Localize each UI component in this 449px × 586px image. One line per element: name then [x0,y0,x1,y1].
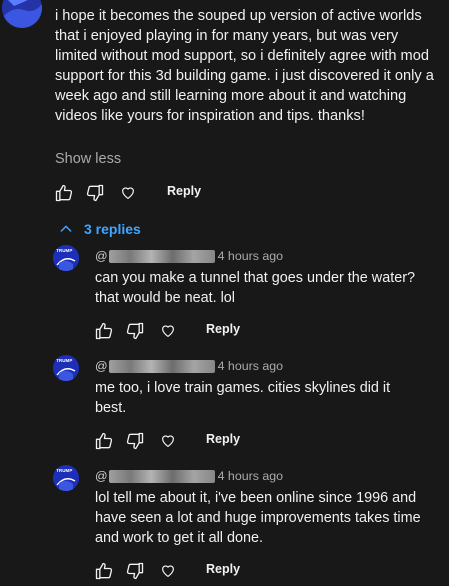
blurred-handle[interactable] [108,249,215,263]
heart-icon[interactable] [156,429,180,453]
reply-button[interactable]: Reply [206,432,240,446]
blurred-handle[interactable] [108,469,215,483]
comment-text: i hope it becomes the souped up version … [55,8,434,124]
like-icon[interactable] [92,319,116,343]
reply-header: @ 4 hours ago [95,468,283,484]
reply-text: can you make a tunnel that goes under th… [95,270,416,306]
handle-prefix[interactable]: @ [95,249,108,263]
reply-action-bar: Reply [92,429,252,453]
like-icon[interactable] [92,429,116,453]
replies-count-label: 3 replies [84,221,141,237]
handle-prefix[interactable]: @ [95,359,108,373]
heart-icon[interactable] [156,559,180,583]
reply-header: @ 4 hours ago [95,358,283,374]
reply-button[interactable]: Reply [206,562,240,576]
like-icon[interactable] [92,559,116,583]
comment-action-bar: Reply [52,181,212,205]
reply-text: lol tell me about it, i've been online s… [95,490,421,546]
reply-timestamp[interactable]: 4 hours ago [218,359,283,373]
commenter-avatar[interactable] [2,0,42,28]
replies-toggle-button[interactable]: 3 replies [58,219,141,239]
dislike-icon[interactable] [123,429,147,453]
reply-button[interactable]: Reply [167,184,201,198]
heart-icon[interactable] [156,319,180,343]
dislike-icon[interactable] [123,319,147,343]
blurred-handle[interactable] [108,359,215,373]
avatar-label: TRUMP [56,468,73,473]
reply-action-bar: Reply [92,559,252,583]
handle-prefix[interactable]: @ [95,469,108,483]
reply-header: @ 4 hours ago [95,248,283,264]
like-icon[interactable] [52,181,76,205]
chevron-up-icon [60,225,72,232]
avatar-label: TRUMP [56,248,73,253]
reply-text: me too, i love train games. cities skyli… [95,380,391,416]
avatar-label: TRUMP [56,358,73,363]
dislike-icon[interactable] [83,181,107,205]
reply-avatar[interactable]: TRUMP [53,355,79,381]
reply-avatar[interactable]: TRUMP [53,465,79,491]
show-less-button[interactable]: Show less [55,151,121,167]
reply-button[interactable]: Reply [206,322,240,336]
dislike-icon[interactable] [123,559,147,583]
reply-timestamp[interactable]: 4 hours ago [218,469,283,483]
heart-icon[interactable] [116,181,140,205]
reply-avatar[interactable]: TRUMP [53,245,79,271]
reply-timestamp[interactable]: 4 hours ago [218,249,283,263]
reply-action-bar: Reply [92,319,252,343]
